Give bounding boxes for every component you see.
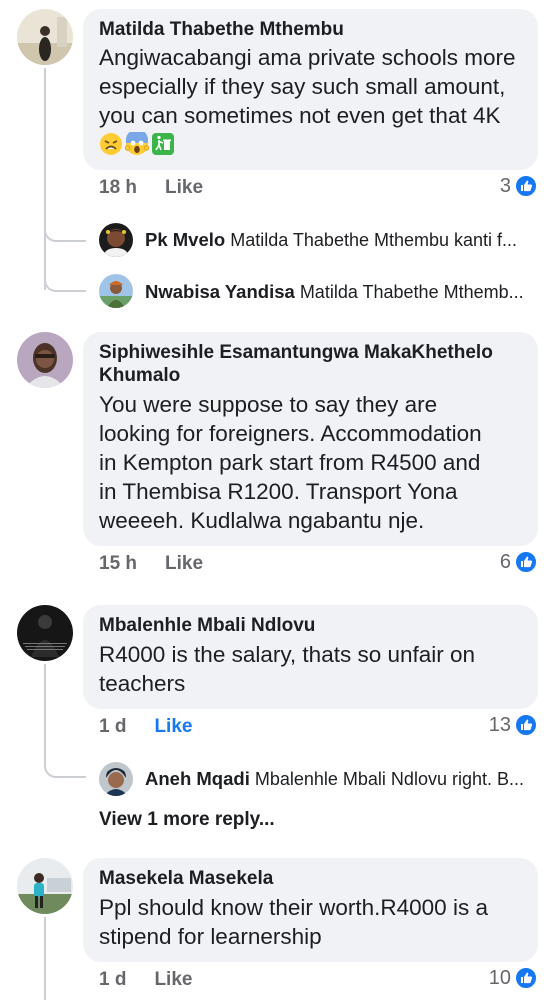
like-button[interactable]: Like xyxy=(165,177,203,199)
avatar[interactable] xyxy=(17,9,73,65)
thread-line xyxy=(44,917,46,1000)
thumbs-up-icon xyxy=(514,550,538,574)
comment-author[interactable]: Matilda Thabethe Mthembu xyxy=(99,18,522,41)
reaction-number: 13 xyxy=(488,713,511,736)
avatar[interactable] xyxy=(99,274,133,308)
thread-line xyxy=(44,68,46,290)
comment-author[interactable]: Masekela Masekela xyxy=(99,867,522,890)
comment-author[interactable]: Mbalenhle Mbali Ndlovu xyxy=(99,614,522,637)
comment-meta: 1 d Like xyxy=(99,716,192,738)
comment-text-content: Angiwacabangi ama private schools more e… xyxy=(99,45,516,128)
avatar[interactable] xyxy=(99,762,133,796)
reaction-count[interactable]: 10 xyxy=(489,966,538,990)
reaction-number: 10 xyxy=(488,966,511,989)
reaction-count[interactable]: 6 xyxy=(500,550,538,574)
thread-connector xyxy=(44,756,86,778)
reply-author[interactable]: Aneh Mqadi xyxy=(145,768,250,789)
reply-author[interactable]: Nwabisa Yandisa xyxy=(145,281,295,302)
screaming-face-emoji xyxy=(124,129,150,156)
reply-author[interactable]: Pk Mvelo xyxy=(145,229,225,250)
reply-text: Mbalenhle Mbali Ndlovu right. B... xyxy=(254,769,524,789)
comment-author-line: Khumalo xyxy=(99,365,181,386)
comment-text: R4000 is the salary, thats so unfair on … xyxy=(99,642,476,696)
thumbs-up-icon xyxy=(514,966,538,990)
reply-item[interactable]: Nwabisa Yandisa Matilda Thabethe Mthemb.… xyxy=(145,280,542,304)
like-button[interactable]: Like xyxy=(165,553,203,575)
reaction-number: 6 xyxy=(499,550,511,573)
comment-timestamp[interactable]: 15 h xyxy=(99,553,137,575)
comment-timestamp[interactable]: 18 h xyxy=(99,177,137,199)
comment-text: Angiwacabangi ama private schools more e… xyxy=(99,43,522,159)
comment-text: You were suppose to say they are looking… xyxy=(99,392,482,533)
comment-bubble: Matilda Thabethe Mthembu Angiwacabangi a… xyxy=(83,9,538,170)
reply-item[interactable]: Pk Mvelo Matilda Thabethe Mthembu kanti … xyxy=(145,228,542,252)
like-button[interactable]: Like xyxy=(154,716,192,738)
view-more-replies-link[interactable]: View 1 more reply... xyxy=(99,809,275,831)
comment-author[interactable]: Siphiwesihle Esamantungwa MakaKhethelo K… xyxy=(99,341,522,387)
thread-line xyxy=(44,664,46,759)
thumbs-up-icon xyxy=(514,174,538,198)
comment-bubble: Masekela Masekela Ppl should know their … xyxy=(83,858,538,962)
comment-bubble: Mbalenhle Mbali Ndlovu R4000 is the sala… xyxy=(83,605,538,709)
avatar[interactable] xyxy=(17,332,73,388)
reply-text: Matilda Thabethe Mthemb... xyxy=(299,282,524,302)
reply-text: Matilda Thabethe Mthembu kanti f... xyxy=(230,230,518,250)
avatar[interactable] xyxy=(17,605,73,661)
thread-connector xyxy=(44,270,86,292)
trash-can-emoji xyxy=(151,132,175,156)
comment-author-line: Siphiwesihle Esamantungwa MakaKhethelo xyxy=(99,342,493,363)
comment-timestamp[interactable]: 1 d xyxy=(99,969,126,991)
comment-text: Ppl should know their worth.R4000 is a s… xyxy=(99,895,488,949)
reaction-count[interactable]: 3 xyxy=(500,174,538,198)
avatar[interactable] xyxy=(99,223,133,257)
avatar[interactable] xyxy=(17,858,73,914)
tired-face-emoji xyxy=(99,132,123,156)
reaction-count[interactable]: 13 xyxy=(489,713,538,737)
comment-meta: 18 h Like xyxy=(99,177,203,199)
thumbs-up-icon xyxy=(514,713,538,737)
thread-connector xyxy=(44,220,86,242)
reaction-number: 3 xyxy=(499,174,511,197)
comment-bubble: Siphiwesihle Esamantungwa MakaKhethelo K… xyxy=(83,332,538,546)
like-button[interactable]: Like xyxy=(154,969,192,991)
comment-meta: 1 d Like xyxy=(99,969,192,991)
comment-meta: 15 h Like xyxy=(99,553,203,575)
reply-item[interactable]: Aneh Mqadi Mbalenhle Mbali Ndlovu right.… xyxy=(145,767,542,791)
comment-timestamp[interactable]: 1 d xyxy=(99,716,126,738)
